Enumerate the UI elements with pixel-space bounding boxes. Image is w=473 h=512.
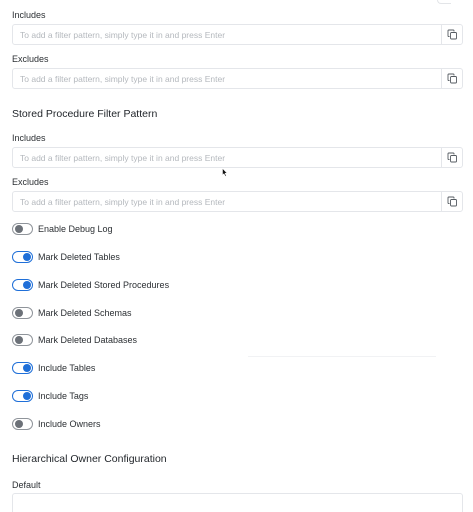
scroll-container-edge <box>437 0 451 4</box>
mark-deleted-stored-procedures-switch[interactable] <box>12 279 33 291</box>
copy-button[interactable] <box>441 25 462 44</box>
default-label: Default <box>12 480 41 490</box>
includes-filter-input[interactable] <box>13 25 441 44</box>
sp-includes-filter-input[interactable] <box>13 148 441 167</box>
sp-excludes-label: Excludes <box>12 177 49 187</box>
copy-button[interactable] <box>441 69 462 88</box>
toggle-row-include-owners: Include Owners <box>12 417 101 431</box>
mark-deleted-schemas-label: Mark Deleted Schemas <box>38 308 132 318</box>
mark-deleted-tables-switch[interactable] <box>12 251 33 263</box>
copy-button[interactable] <box>441 192 462 211</box>
stored-procedure-filter-title: Stored Procedure Filter Pattern <box>12 108 158 120</box>
mark-deleted-databases-label: Mark Deleted Databases <box>38 335 138 345</box>
sp-includes-label: Includes <box>12 133 46 143</box>
switch-knob <box>23 253 31 261</box>
toggle-row-mark-deleted-schemas: Mark Deleted Schemas <box>12 306 132 320</box>
mouse-cursor-icon <box>222 168 228 177</box>
copy-icon <box>447 196 457 207</box>
include-owners-switch[interactable] <box>12 418 33 430</box>
include-tables-switch[interactable] <box>12 362 33 374</box>
switch-knob <box>15 336 23 344</box>
toggle-row-include-tables: Include Tables <box>12 361 95 375</box>
switch-knob <box>23 281 31 289</box>
excludes-label: Excludes <box>12 54 49 64</box>
copy-icon <box>447 152 457 163</box>
ingestion-config-form: Includes Excludes Stored Procedure Filte… <box>0 0 473 512</box>
enable-debug-log-label: Enable Debug Log <box>38 224 113 234</box>
mark-deleted-stored-procedures-label: Mark Deleted Stored Procedures <box>38 280 170 290</box>
copy-button[interactable] <box>441 148 462 167</box>
toggle-row-enable-debug-log: Enable Debug Log <box>12 222 113 236</box>
include-tags-switch[interactable] <box>12 390 33 402</box>
mark-deleted-tables-label: Mark Deleted Tables <box>38 252 120 262</box>
hierarchical-owner-title: Hierarchical Owner Configuration <box>12 453 167 465</box>
toggle-row-mark-deleted-databases: Mark Deleted Databases <box>12 333 137 347</box>
default-owner-field[interactable] <box>12 493 463 512</box>
switch-knob <box>23 364 31 372</box>
switch-knob <box>15 420 23 428</box>
include-tables-label: Include Tables <box>38 363 96 373</box>
toggle-row-mark-deleted-tables: Mark Deleted Tables <box>12 250 120 264</box>
includes-label: Includes <box>12 10 46 20</box>
enable-debug-log-switch[interactable] <box>12 223 33 235</box>
mark-deleted-databases-switch[interactable] <box>12 334 33 346</box>
include-tags-label: Include Tags <box>38 391 89 401</box>
sp-excludes-filter-field <box>12 191 463 212</box>
toggle-row-include-tags: Include Tags <box>12 389 88 403</box>
toggle-row-mark-deleted-stored-procedures: Mark Deleted Stored Procedures <box>12 278 169 292</box>
excludes-filter-input[interactable] <box>13 69 441 88</box>
copy-icon <box>447 29 457 40</box>
excludes-filter-field <box>12 68 463 89</box>
includes-filter-field <box>12 24 463 45</box>
mark-deleted-schemas-switch[interactable] <box>12 307 33 319</box>
include-owners-label: Include Owners <box>38 419 101 429</box>
divider <box>248 356 436 357</box>
switch-knob <box>15 309 23 317</box>
sp-includes-filter-field <box>12 147 463 168</box>
switch-knob <box>23 392 31 400</box>
sp-excludes-filter-input[interactable] <box>13 192 441 211</box>
switch-knob <box>15 225 23 233</box>
copy-icon <box>447 73 457 84</box>
